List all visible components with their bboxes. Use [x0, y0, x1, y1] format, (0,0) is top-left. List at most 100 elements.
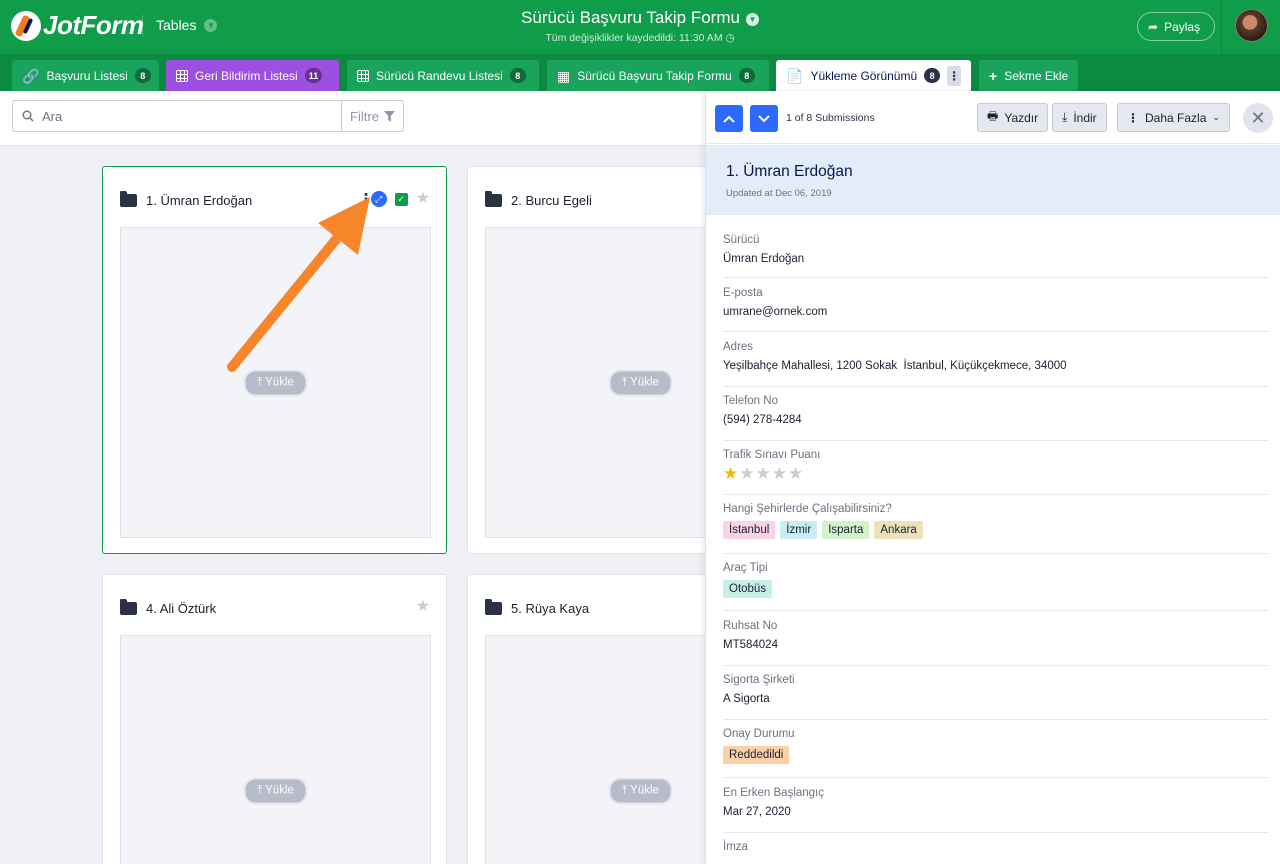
star-icon[interactable]: ★: [772, 465, 787, 482]
submission-detail-panel: 1 of 8 Submissions 🖶 Yazdır ⤓ İndir ⋮ Da…: [705, 91, 1280, 864]
tab-count-badge: 8: [924, 68, 941, 83]
field-value[interactable]: (594) 278-4284: [723, 414, 802, 426]
tab-geri-bildirim-listesi[interactable]: Geri Bildirim Listesi 11: [166, 60, 339, 91]
share-label: Paylaş: [1164, 19, 1201, 34]
field-label: Araç Tipi: [723, 562, 768, 574]
upload-button[interactable]: ⤒ Yükle: [243, 777, 308, 805]
download-icon: ⤓: [1062, 110, 1068, 124]
chevron-down-icon: ▼: [745, 13, 759, 26]
upload-icon: ⤒: [622, 784, 628, 797]
field-value[interactable]: MT584024: [723, 639, 778, 651]
annotation-arrow-icon: [227, 197, 370, 372]
chevron-up-icon: [723, 115, 735, 123]
top-bar: JotForm Tables ▼ Sürücü Başvuru Takip Fo…: [0, 0, 1280, 54]
folder-icon: [120, 191, 137, 207]
add-tab-button[interactable]: + Sekme Ekle: [979, 60, 1078, 91]
tag[interactable]: İstanbul: [723, 521, 776, 539]
form-title-text: Sürücü Başvuru Takip Formu: [521, 8, 740, 27]
field-label: En Erken Başlangıç: [723, 787, 825, 799]
tag[interactable]: Ankara: [874, 521, 923, 539]
field-value[interactable]: Mar 27, 2020: [723, 806, 791, 818]
save-status: Tüm değişiklikler kaydedildi: 11:30 AM ◷: [0, 32, 1280, 44]
upload-label: Yükle: [630, 784, 659, 797]
tab-label: Sekme Ekle: [1004, 68, 1069, 83]
field-arac-tipi: Araç Tipi Otobüs: [723, 554, 1269, 611]
more-options-icon: ⋮: [1127, 110, 1139, 125]
field-onay-durumu: Onay Durumu Reddedildi: [723, 720, 1269, 778]
folder-icon: [485, 599, 502, 615]
form-title[interactable]: Sürücü Başvuru Takip Formu ▼: [0, 8, 1280, 28]
download-label: İndir: [1073, 110, 1097, 125]
select-checkbox[interactable]: ✓: [394, 192, 408, 206]
star-icon[interactable]: ★: [416, 599, 430, 615]
field-label: İmza: [723, 841, 748, 853]
tab-bar: 🔗 Başvuru Listesi 8 Geri Bildirim Listes…: [0, 54, 1280, 91]
star-icon[interactable]: ★: [723, 465, 738, 482]
upload-label: Yükle: [630, 376, 659, 388]
tab-options-icon[interactable]: ⋮: [947, 65, 961, 86]
star-icon[interactable]: ★: [788, 465, 803, 482]
chevron-down-icon: ⌄: [1212, 112, 1220, 122]
field-label: Trafik Sınavı Puanı: [723, 449, 821, 461]
field-value[interactable]: umrane@ornek.com: [723, 306, 827, 318]
save-status-text: Tüm değişiklikler kaydedildi: 11:30 AM: [545, 32, 723, 44]
filter-icon: [383, 110, 395, 122]
share-arrow-icon: ➦: [1148, 19, 1159, 34]
card-header: 4. Ali Öztürk: [120, 599, 216, 616]
previous-button[interactable]: [715, 105, 743, 132]
upload-area[interactable]: ⤒ Yükle: [120, 635, 431, 864]
field-label: Sigorta Şirketi: [723, 674, 795, 686]
field-label: Telefon No: [723, 395, 778, 407]
folder-icon: [120, 599, 137, 615]
submission-card[interactable]: 4. Ali Öztürk ★ ⤒ Yükle: [102, 574, 447, 864]
star-icon[interactable]: ★: [756, 465, 771, 482]
filter-label: Filtre: [350, 108, 379, 124]
share-button[interactable]: ➦ Paylaş: [1137, 12, 1216, 41]
star-icon[interactable]: ★: [416, 191, 430, 207]
status-badge[interactable]: Reddedildi: [723, 746, 790, 764]
tag[interactable]: İzmir: [780, 521, 818, 539]
upload-icon: ⤒: [257, 376, 263, 388]
card-title: 5. Rüya Kaya: [511, 601, 590, 616]
close-button[interactable]: ✕: [1243, 103, 1273, 133]
upload-button[interactable]: ⤒ Yükle: [608, 369, 673, 396]
submission-counter: 1 of 8 Submissions: [786, 112, 875, 124]
field-label: Ruhsat No: [723, 620, 778, 632]
filter-button[interactable]: Filtre: [341, 100, 404, 132]
next-button[interactable]: [750, 105, 778, 132]
star-icon[interactable]: ★: [739, 465, 754, 482]
more-button[interactable]: ⋮ Daha Fazla ⌄: [1117, 103, 1230, 132]
field-value[interactable]: Ümran Erdoğan: [723, 253, 804, 265]
tab-surucu-basvuru-takip-formu[interactable]: ▦ Sürücü Başvuru Takip Formu 8: [547, 60, 769, 91]
chart-icon: ▦: [557, 67, 571, 84]
submission-title: 1. Ümran Erdoğan: [726, 163, 853, 180]
upload-icon: ⤒: [257, 784, 263, 797]
tab-basvuru-listesi[interactable]: 🔗 Başvuru Listesi 8: [12, 60, 159, 91]
tab-label: Sürücü Başvuru Takip Formu: [577, 68, 732, 83]
tab-surucu-randevu-listesi[interactable]: Sürücü Randevu Listesi 8: [347, 60, 539, 91]
field-surucu: Sürücü Ümran Erdoğan: [723, 226, 1269, 278]
tab-count-badge: 8: [134, 68, 151, 83]
tag[interactable]: Isparta: [822, 521, 870, 539]
panel-toolbar: 1 of 8 Submissions 🖶 Yazdır ⤓ İndir ⋮ Da…: [706, 91, 1280, 144]
field-value[interactable]: A Sigorta: [723, 693, 770, 705]
field-sehirler: Hangi Şehirlerde Çalışabilirsiniz? İstan…: [723, 495, 1269, 554]
upload-button[interactable]: ⤒ Yükle: [608, 777, 673, 805]
field-value[interactable]: Yeşilbahçe Mahallesi, 1200 Sokak İstanbu…: [723, 360, 1067, 372]
tag[interactable]: Otobüs: [723, 580, 773, 598]
card-actions: ★: [416, 599, 430, 615]
avatar[interactable]: [1235, 9, 1268, 42]
download-button[interactable]: ⤓ İndir: [1052, 103, 1107, 132]
tag-list: İstanbul İzmir Isparta Ankara: [723, 521, 923, 539]
field-label: E-posta: [723, 287, 763, 299]
field-trafik-puani: Trafik Sınavı Puanı ★ ★ ★ ★ ★: [723, 441, 1269, 495]
printer-icon: 🖶: [987, 109, 999, 123]
star-rating[interactable]: ★ ★ ★ ★ ★: [723, 465, 803, 482]
search-input[interactable]: Ara: [12, 100, 342, 132]
tab-yukleme-gorunumu[interactable]: 📄 Yükleme Görünümü 8 ⋮: [776, 60, 971, 91]
upload-icon: ⤒: [622, 376, 628, 388]
print-button[interactable]: 🖶 Yazdır: [977, 103, 1049, 132]
table-icon: [176, 69, 188, 82]
tab-label: Geri Bildirim Listesi: [195, 68, 298, 83]
field-adres: Adres Yeşilbahçe Mahallesi, 1200 Sokak İ…: [723, 333, 1269, 387]
